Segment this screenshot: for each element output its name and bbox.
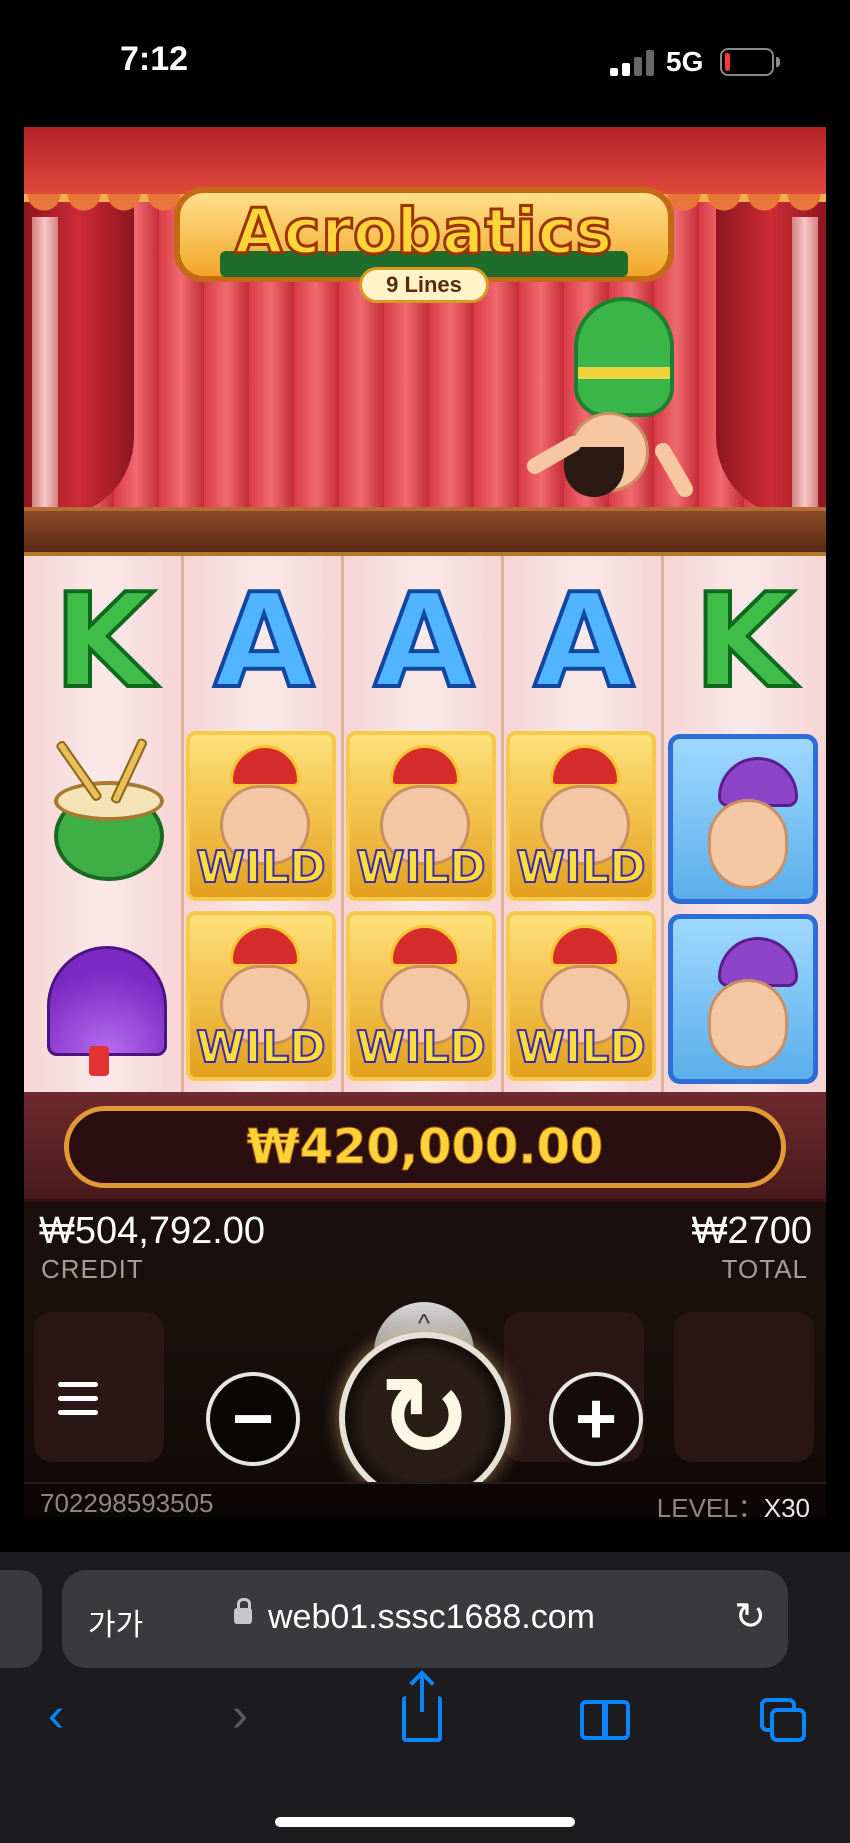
decrease-bet-button[interactable]: − [206, 1372, 300, 1466]
wild-label: WILD [515, 841, 646, 894]
reel-5: K [664, 556, 826, 1096]
lock-icon [234, 1598, 252, 1624]
symbol-wild: WILD [186, 911, 336, 1081]
menu-icon[interactable] [58, 1382, 100, 1422]
symbol-blue-acrobat [668, 734, 818, 904]
tabs-icon[interactable] [760, 1698, 808, 1744]
credit-label: CREDIT [41, 1254, 144, 1284]
wild-label: WILD [355, 1021, 486, 1074]
level-value: X30 [763, 1493, 810, 1517]
symbol-wild: WILD [346, 731, 496, 901]
total-bet-value: ₩2700 [691, 1210, 812, 1252]
symbol-k: K [52, 563, 157, 719]
forward-button[interactable]: › [232, 1692, 248, 1740]
total-bet-label: TOTAL [721, 1254, 808, 1284]
browser-toolbar: 가가 web01.sssc1688.com ↻ ‹ › [0, 1552, 850, 1843]
spin-icon: ↻ [378, 1356, 472, 1479]
reel-4: A WILD WILD [504, 556, 664, 1096]
acrobat-character [524, 287, 704, 517]
game-info-row: 702298593505 LEVEL：X30 [24, 1482, 826, 1517]
symbol-a: A [532, 563, 637, 719]
url-text[interactable]: web01.sssc1688.com [268, 1598, 595, 1637]
share-icon[interactable] [402, 1676, 442, 1742]
signal-icon [610, 50, 656, 76]
symbol-wild: WILD [346, 911, 496, 1081]
reload-icon[interactable]: ↻ [734, 1594, 766, 1639]
level-label: LEVEL： [656, 1493, 764, 1517]
reel-3: A WILD WILD [344, 556, 504, 1096]
symbol-a: A [372, 563, 477, 719]
symbol-wild: WILD [506, 911, 656, 1081]
reel-2: A WILD WILD [184, 556, 344, 1096]
browser-nav: ‹ › [0, 1676, 850, 1762]
text-size-button[interactable]: 가가 [88, 1600, 143, 1644]
wild-label: WILD [355, 841, 486, 894]
status-bar: 7:12 5G [0, 0, 850, 125]
network-label: 5G [666, 46, 704, 77]
symbol-fan [29, 916, 179, 1086]
symbol-a: A [212, 563, 317, 719]
bookmarks-icon[interactable] [580, 1700, 632, 1740]
home-indicator [275, 1817, 575, 1827]
game-canvas[interactable]: Acrobatics 9 Lines K A WILD WILD A WILD … [24, 127, 826, 1517]
reel-grid: K A WILD WILD A WILD WILD A WILD WILD K [24, 552, 826, 1096]
round-id: 702298593505 [40, 1488, 214, 1517]
game-title: Acrobatics [233, 194, 614, 270]
lines-badge: 9 Lines [359, 267, 489, 303]
symbol-blue-acrobat [668, 914, 818, 1084]
spin-button[interactable]: ↻ [339, 1332, 511, 1504]
wild-label: WILD [195, 841, 326, 894]
back-button[interactable]: ‹ [48, 1692, 64, 1740]
symbol-k: K [692, 563, 797, 719]
increase-bet-button[interactable]: + [549, 1372, 643, 1466]
stage-background: Acrobatics 9 Lines [24, 127, 826, 552]
game-logo: Acrobatics 9 Lines [174, 177, 674, 303]
credit-value: ₩504,792.00 [39, 1210, 266, 1252]
wild-label: WILD [515, 1021, 646, 1074]
reel-1: K [24, 556, 184, 1096]
symbol-drum [29, 736, 179, 906]
control-panel: − ^ ↻ + [24, 1282, 826, 1504]
status-time: 7:12 [120, 40, 189, 78]
win-amount: ₩420,000.00 [246, 1119, 604, 1176]
symbol-wild: WILD [186, 731, 336, 901]
level-indicator: LEVEL：X30 [657, 1488, 810, 1517]
stage-floor [24, 507, 826, 552]
win-banner: ₩420,000.00 [24, 1092, 826, 1202]
credit-bar: ₩504,792.00 CREDIT ₩2700 TOTAL [24, 1202, 826, 1284]
wild-label: WILD [195, 1021, 326, 1074]
previous-tab[interactable] [0, 1570, 42, 1668]
spin-area: ^ ↻ [339, 1302, 511, 1504]
battery-icon [720, 48, 774, 76]
address-bar[interactable]: 가가 web01.sssc1688.com ↻ [62, 1570, 788, 1668]
symbol-wild: WILD [506, 731, 656, 901]
